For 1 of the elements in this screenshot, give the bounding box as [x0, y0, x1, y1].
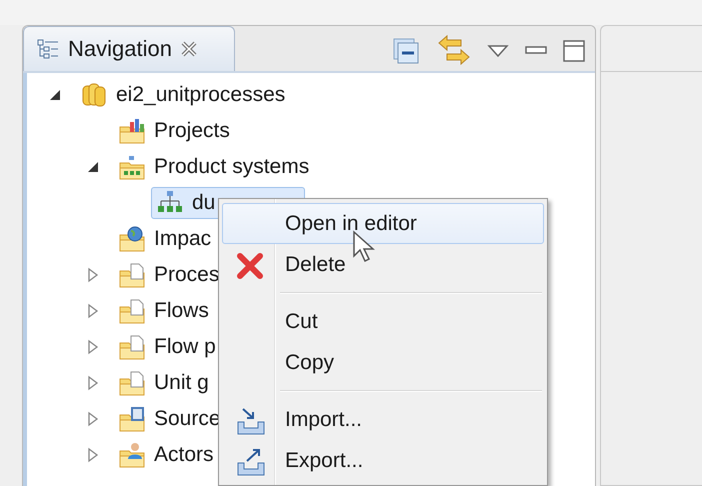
tab-title: Navigation [68, 36, 172, 62]
